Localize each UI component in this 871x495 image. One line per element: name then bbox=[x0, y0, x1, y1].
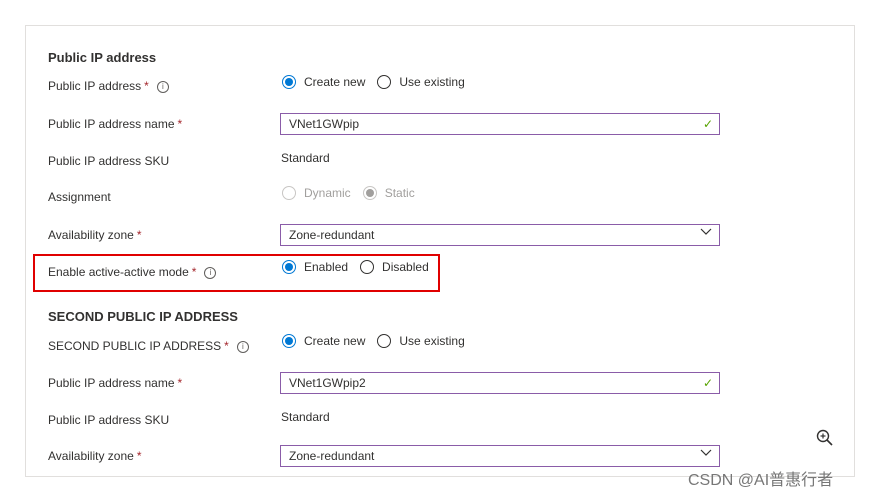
required-marker: * bbox=[177, 117, 183, 131]
sku-value: Standard bbox=[281, 151, 330, 165]
required-marker: * bbox=[191, 265, 197, 279]
active-active-label-row: Enable active-active mode * i bbox=[48, 265, 217, 279]
sku-2-value: Standard bbox=[281, 410, 330, 424]
radio-dynamic bbox=[282, 186, 296, 200]
ip-name-2-label: Public IP address name bbox=[48, 376, 175, 390]
chevron-down-icon[interactable] bbox=[699, 445, 713, 465]
zone-value: Zone-redundant bbox=[289, 228, 375, 242]
radio-create-new-2-label[interactable]: Create new bbox=[304, 334, 365, 348]
zone-2-label: Availability zone bbox=[48, 449, 134, 463]
active-active-radio-group: Enabled Disabled bbox=[282, 260, 441, 274]
ip-name-label-row: Public IP address name * bbox=[48, 117, 182, 131]
active-active-label: Enable active-active mode bbox=[48, 265, 189, 279]
radio-static-label: Static bbox=[384, 186, 415, 200]
radio-enabled[interactable] bbox=[282, 260, 296, 274]
required-marker: * bbox=[136, 449, 142, 463]
checkmark-icon: ✓ bbox=[702, 376, 713, 390]
radio-create-new-label[interactable]: Create new bbox=[304, 75, 365, 89]
checkmark-icon: ✓ bbox=[702, 117, 713, 131]
public-ip-label-row: Public IP address * i bbox=[48, 79, 169, 93]
public-ip-radio-group: Create new Use existing bbox=[282, 75, 477, 89]
required-marker: * bbox=[177, 376, 183, 390]
radio-use-existing[interactable] bbox=[377, 75, 392, 89]
ip-name-2-input[interactable]: VNet1GWpip2 ✓ bbox=[280, 372, 720, 394]
ip-name-value: VNet1GWpip bbox=[289, 117, 360, 131]
radio-use-existing-label[interactable]: Use existing bbox=[399, 75, 464, 89]
assignment-label: Assignment bbox=[48, 190, 111, 204]
chevron-down-icon[interactable] bbox=[699, 224, 713, 244]
required-marker: * bbox=[224, 339, 229, 353]
required-marker: * bbox=[136, 228, 142, 242]
zone-label: Availability zone bbox=[48, 228, 134, 242]
ip-name-2-label-row: Public IP address name * bbox=[48, 376, 182, 390]
ip-name-2-value: VNet1GWpip2 bbox=[289, 376, 366, 390]
zone-2-dropdown[interactable]: Zone-redundant bbox=[280, 445, 720, 467]
zone-dropdown[interactable]: Zone-redundant bbox=[280, 224, 720, 246]
watermark-text: CSDN @AI普惠行者 bbox=[688, 472, 834, 489]
public-ip-label: Public IP address bbox=[48, 79, 142, 93]
required-marker: * bbox=[144, 79, 149, 93]
radio-use-existing-2-label[interactable]: Use existing bbox=[399, 334, 464, 348]
radio-static bbox=[362, 186, 377, 200]
zone-2-label-row: Availability zone * bbox=[48, 449, 142, 463]
sku-2-label: Public IP address SKU bbox=[48, 413, 170, 427]
radio-disabled[interactable] bbox=[360, 260, 375, 274]
radio-use-existing-2[interactable] bbox=[377, 334, 392, 348]
radio-disabled-label[interactable]: Disabled bbox=[382, 260, 429, 274]
assignment-radio-group: Dynamic Static bbox=[282, 186, 427, 200]
zoom-in-icon[interactable] bbox=[815, 428, 835, 453]
zone-label-row: Availability zone * bbox=[48, 228, 142, 242]
radio-dynamic-label: Dynamic bbox=[304, 186, 351, 200]
section-title-public-ip: Public IP address bbox=[48, 50, 157, 65]
radio-enabled-label[interactable]: Enabled bbox=[304, 260, 348, 274]
radio-create-new[interactable] bbox=[282, 75, 296, 89]
ip-name-label: Public IP address name bbox=[48, 117, 175, 131]
info-icon[interactable]: i bbox=[236, 341, 249, 353]
radio-create-new-2[interactable] bbox=[282, 334, 296, 348]
section-title-second-ip: SECOND PUBLIC IP ADDRESS bbox=[48, 309, 238, 324]
ip-name-input[interactable]: VNet1GWpip ✓ bbox=[280, 113, 720, 135]
second-ip-radio-group: Create new Use existing bbox=[282, 334, 477, 348]
sku-label: Public IP address SKU bbox=[48, 154, 170, 168]
second-ip-label-row: SECOND PUBLIC IP ADDRESS * i bbox=[48, 339, 249, 353]
zone-2-value: Zone-redundant bbox=[289, 449, 375, 463]
second-ip-label: SECOND PUBLIC IP ADDRESS bbox=[48, 339, 222, 353]
info-icon[interactable]: i bbox=[204, 267, 217, 279]
info-icon[interactable]: i bbox=[156, 81, 169, 93]
